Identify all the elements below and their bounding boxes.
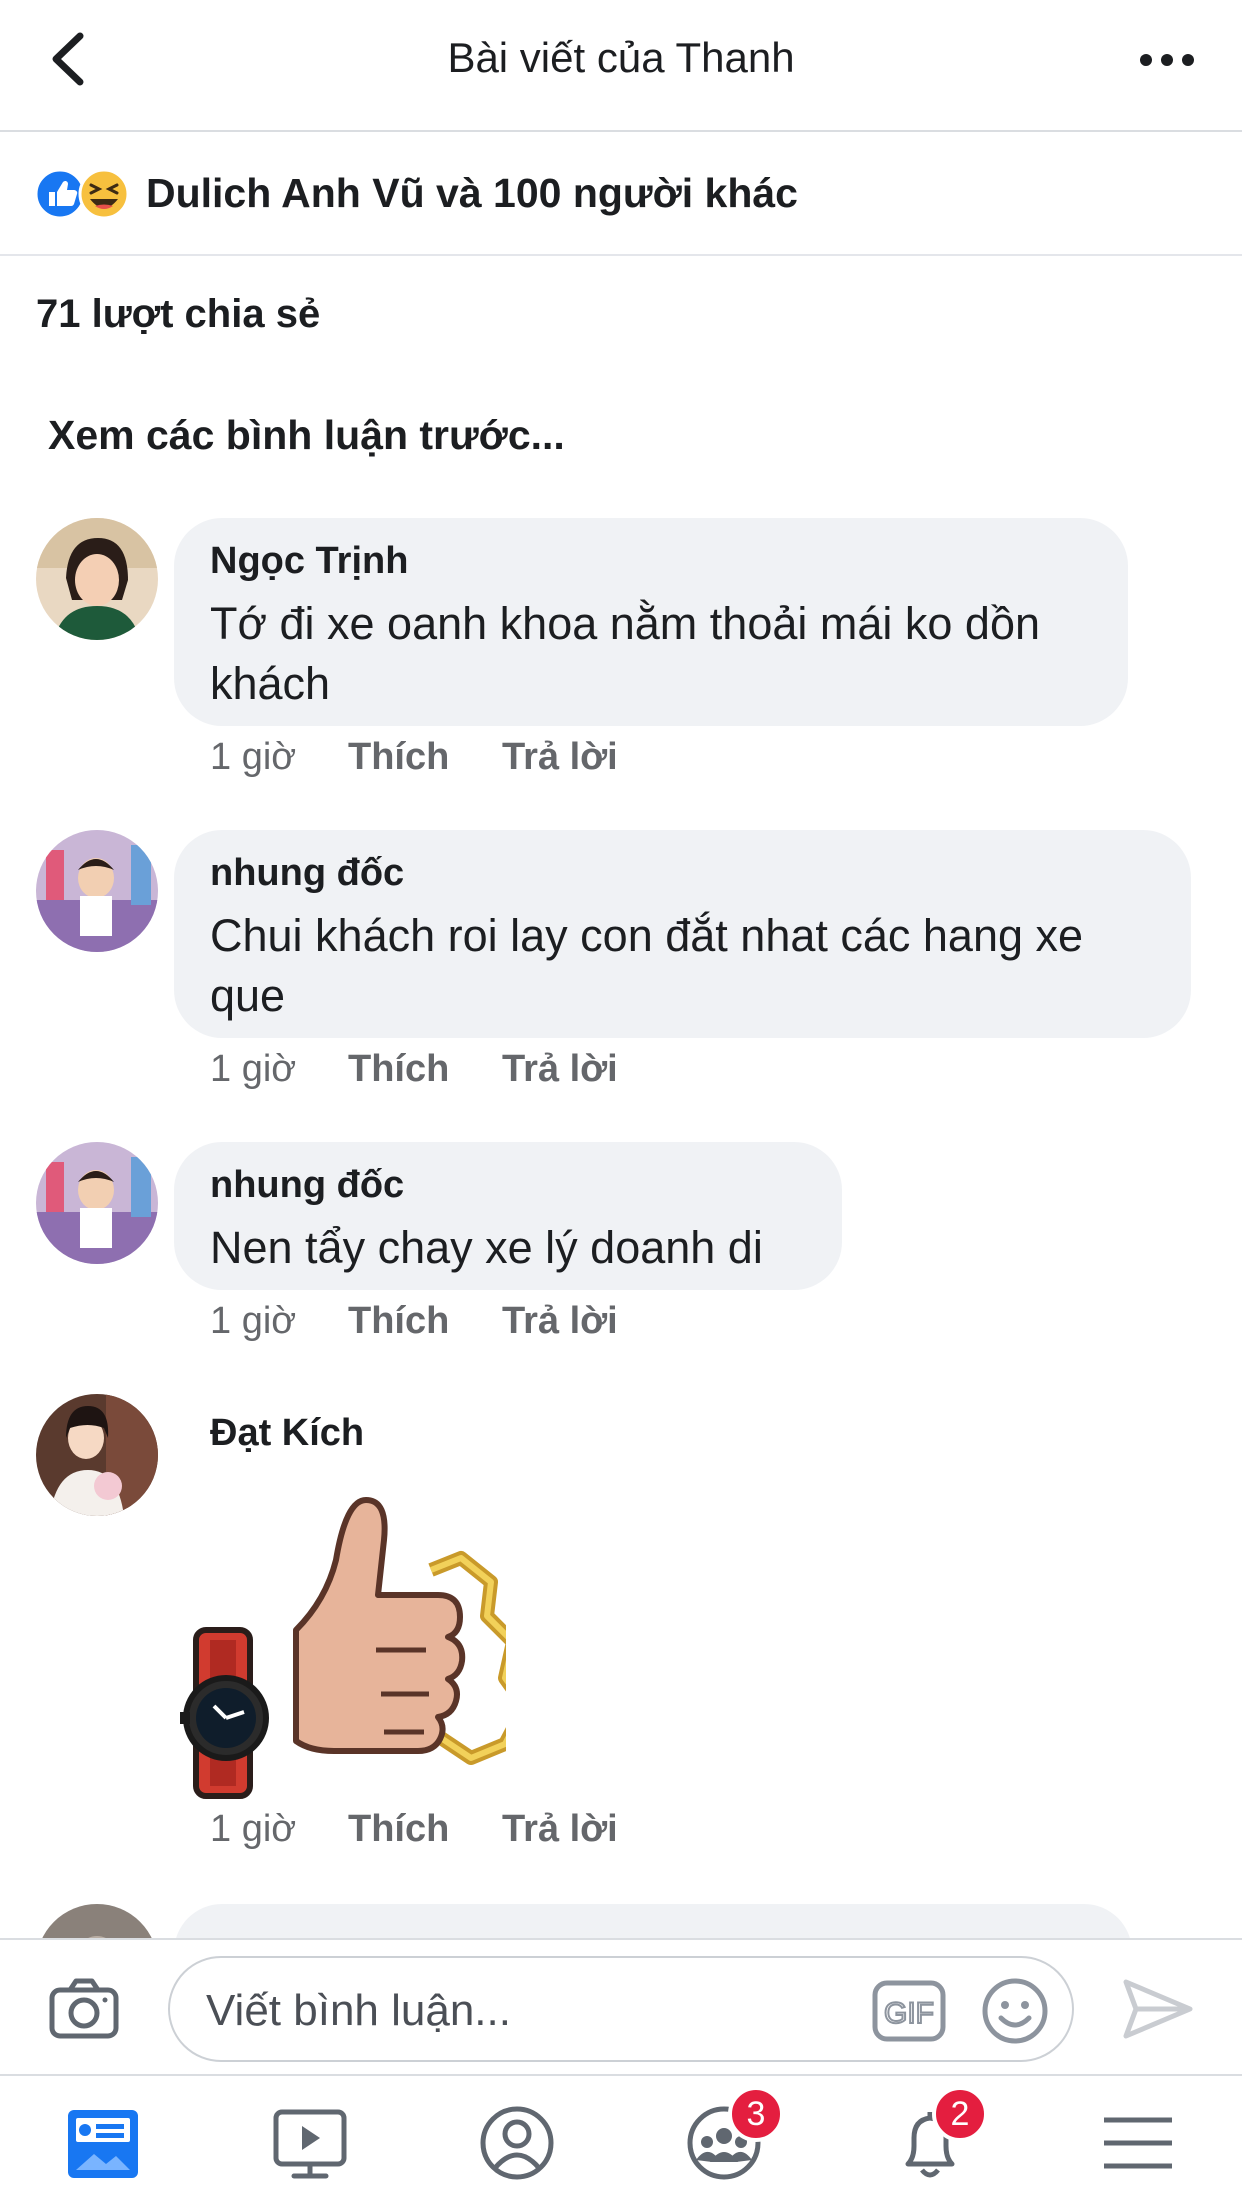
comment-text-line: que <box>210 970 286 1021</box>
watch-icon <box>273 2109 347 2179</box>
comment-text-line: Tớ đi xe oanh khoa nằm thoải mái ko dồn <box>210 598 1040 649</box>
tab-groups[interactable]: 3 <box>674 2086 784 2188</box>
reply-comment-button[interactable]: Trả lời <box>502 736 618 779</box>
reply-comment-button[interactable]: Trả lời <box>502 1808 618 1851</box>
comment-author[interactable]: nhung đốc <box>210 852 404 895</box>
avatar[interactable] <box>36 1394 158 1516</box>
more-options-button[interactable] <box>1132 30 1202 90</box>
haha-icon <box>78 168 130 220</box>
tab-profile[interactable] <box>467 2098 567 2188</box>
thumbs-up-sticker[interactable] <box>176 1480 506 1800</box>
tab-watch[interactable] <box>260 2098 360 2188</box>
emoji-button[interactable] <box>980 1976 1050 2046</box>
comment-composer: Viết bình luận... GIF <box>0 1938 1242 2074</box>
comment-author[interactable]: Ngọc Trịnh <box>210 540 408 583</box>
top-navigation-bar: Bài viết của Thanh <box>0 0 1242 132</box>
tab-news-feed[interactable] <box>54 2098 154 2188</box>
reactions-text[interactable]: Dulich Anh Vũ và 100 người khác <box>146 170 798 217</box>
shares-count[interactable]: 71 lượt chia sẻ <box>36 292 320 337</box>
like-icon <box>34 168 86 220</box>
comment-bubble: nhung đốc Chui khách roi lay con đắt nha… <box>174 830 1191 1038</box>
comment-time: 1 giờ <box>210 1048 297 1090</box>
comment-author[interactable]: Đạt Kích <box>210 1412 364 1455</box>
bottom-tab-bar: 3 2 <box>0 2074 1242 2208</box>
like-comment-button[interactable]: Thích <box>348 736 449 779</box>
comment-text-line: Chui khách roi lay con đắt nhat các hang… <box>210 910 1084 961</box>
send-button[interactable] <box>1120 1976 1196 2042</box>
comment-bubble: Ngọc Trịnh Tớ đi xe oanh khoa nằm thoải … <box>174 518 1128 726</box>
emoji-icon <box>982 1978 1048 2044</box>
comment-bubble: nhung đốc Nen tẩy chay xe lý doanh di <box>174 1142 842 1290</box>
comment-text: Tớ đi xe oanh khoa nằm thoải mái ko dồn … <box>210 594 1040 714</box>
comment-text-line: Nen tẩy chay xe lý doanh di <box>210 1222 763 1273</box>
menu-icon <box>1104 2117 1172 2169</box>
comment-input[interactable]: Viết bình luận... GIF <box>168 1956 1074 2062</box>
avatar[interactable] <box>36 830 158 952</box>
gif-button[interactable]: GIF <box>872 1980 946 2042</box>
ellipsis-icon <box>1140 54 1194 66</box>
comment-text: Nen tẩy chay xe lý doanh di <box>210 1218 763 1278</box>
gif-label: GIF <box>884 1997 934 2030</box>
view-previous-comments-link[interactable]: Xem các bình luận trước... <box>48 412 565 459</box>
comment-text-line: khách <box>210 658 331 709</box>
like-comment-button[interactable]: Thích <box>348 1300 449 1343</box>
reply-comment-button[interactable]: Trả lời <box>502 1048 618 1091</box>
avatar[interactable] <box>36 1142 158 1264</box>
avatar[interactable] <box>36 518 158 640</box>
page-title: Bài viết của Thanh <box>447 34 795 81</box>
camera-icon <box>49 1978 119 2039</box>
profile-icon <box>480 2106 554 2180</box>
tab-notifications[interactable]: 2 <box>880 2086 988 2188</box>
like-comment-button[interactable]: Thích <box>348 1048 449 1091</box>
like-comment-button[interactable]: Thích <box>348 1808 449 1851</box>
reply-comment-button[interactable]: Trả lời <box>502 1300 618 1343</box>
comment-text: Chui khách roi lay con đắt nhat các hang… <box>210 906 1083 1026</box>
comment-time: 1 giờ <box>210 1300 297 1342</box>
reaction-icons <box>34 168 130 220</box>
tab-menu[interactable] <box>1088 2098 1188 2188</box>
comment-time: 1 giờ <box>210 1808 297 1850</box>
news-feed-icon <box>68 2110 138 2178</box>
comment-author[interactable]: nhung đốc <box>210 1164 404 1207</box>
send-icon <box>1123 1979 1193 2039</box>
groups-badge: 3 <box>728 2086 784 2142</box>
reactions-summary[interactable]: Dulich Anh Vũ và 100 người khác <box>0 132 1242 256</box>
comment-input-placeholder: Viết bình luận... <box>206 1986 511 2035</box>
camera-button[interactable] <box>48 1976 120 2042</box>
comment-time: 1 giờ <box>210 736 297 778</box>
notifications-badge: 2 <box>932 2086 988 2142</box>
